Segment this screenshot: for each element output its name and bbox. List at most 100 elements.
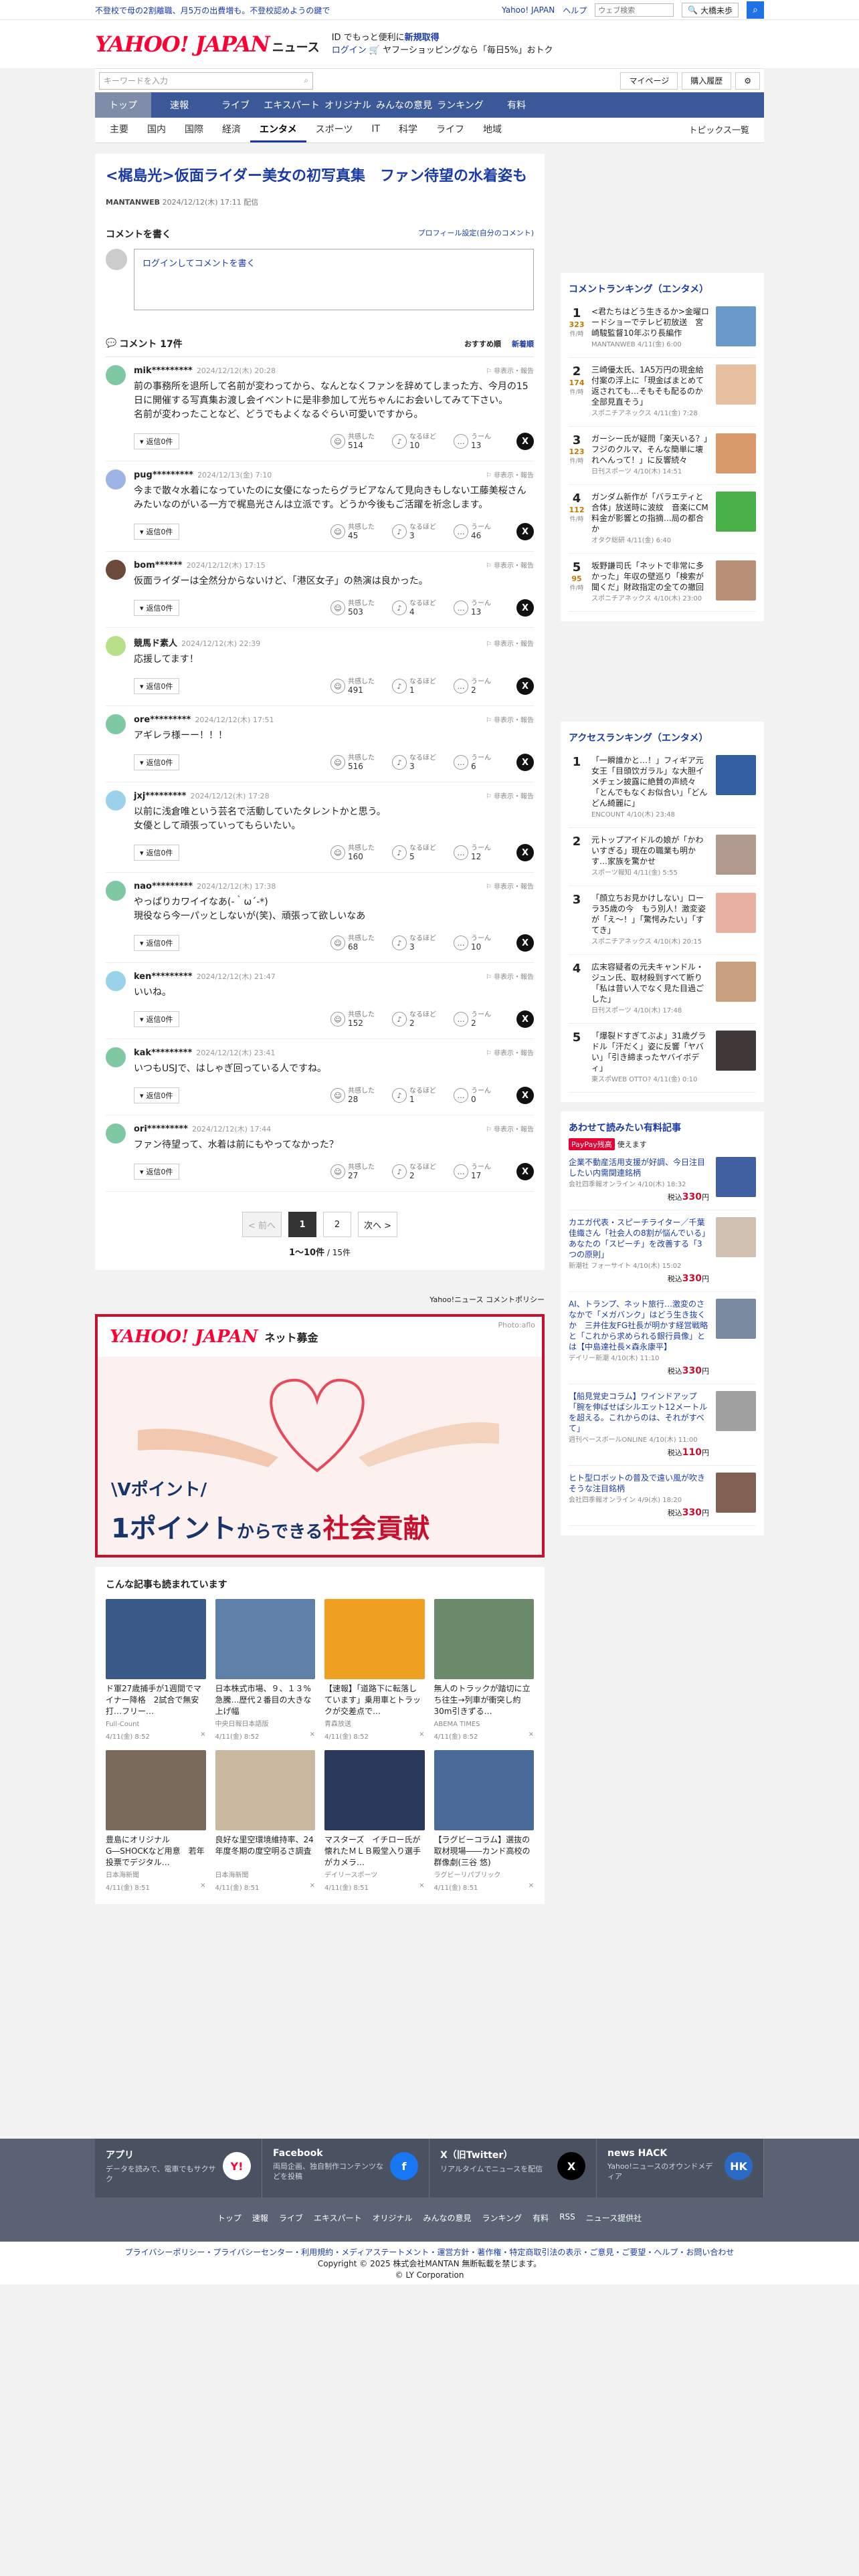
ranking-item[interactable]: 1 「一瞬誰かと…！」フィギア元女王「目頭饮ガラル」な大胆イメチェン披露に絶賛の声…: [569, 748, 756, 828]
footer-link[interactable]: みんなの意見: [423, 2212, 472, 2224]
gnav-paid[interactable]: 有料: [488, 92, 545, 118]
reaction-hmm-button[interactable]: … うーん 12: [454, 845, 507, 861]
reaction-agree-button[interactable]: ♪ なるほど 2: [392, 1164, 446, 1180]
login-link[interactable]: ログイン: [332, 45, 367, 56]
gnav-live[interactable]: ライブ: [207, 92, 264, 118]
gnav-opinion[interactable]: みんなの意見: [376, 92, 432, 118]
article-thumbnail[interactable]: [215, 1599, 315, 1679]
reaction-hmm-button[interactable]: … うーん 13: [454, 433, 507, 449]
cat-economy[interactable]: 経済: [213, 118, 250, 142]
yahoo-japan-link[interactable]: Yahoo! JAPAN: [502, 5, 555, 15]
x-share-icon[interactable]: X: [516, 599, 534, 617]
web-search-input[interactable]: [595, 3, 674, 17]
next-page-button[interactable]: 次へ >: [358, 1212, 398, 1237]
mypage-button[interactable]: マイページ: [620, 72, 678, 90]
x-share-icon[interactable]: X: [516, 677, 534, 695]
profile-settings-link[interactable]: プロフィール設定(自分のコメント): [418, 227, 534, 241]
article-thumbnail[interactable]: [324, 1750, 425, 1830]
report-link[interactable]: ⚐ 非表示・報告: [486, 638, 534, 648]
close-icon[interactable]: ×: [529, 1731, 534, 1741]
comment-user[interactable]: 競馬ド素人: [134, 636, 177, 649]
paid-title[interactable]: 【船見覚史コラム】ワインドアップ「腕を伸ばせばシルエット12メートルを超える。こ…: [569, 1392, 707, 1433]
paid-title[interactable]: 企業不動産活用支援が好調、今日注目したい内需関連銘柄: [569, 1158, 705, 1178]
comment-user[interactable]: mik*********: [134, 366, 193, 376]
avatar[interactable]: [106, 1123, 126, 1144]
prev-page-button[interactable]: < 前へ: [242, 1212, 282, 1237]
article-title[interactable]: 無人のトラックが踏切に立ち往生→列車が衝突し約30m引きずる…: [434, 1683, 535, 1717]
article-title[interactable]: 【速報】「道路下に転落しています」乗用車とトラックが交差点で…: [324, 1683, 425, 1717]
ranking-thumbnail[interactable]: [716, 835, 756, 875]
sort-recommend[interactable]: おすすめ順: [464, 338, 501, 349]
shopping-promo[interactable]: ヤフーショッピングなら「毎日5%」おトク: [383, 45, 553, 56]
footer-link[interactable]: オリジナル: [373, 2212, 413, 2224]
ranking-item[interactable]: 4 広末容疑者の元夫キャンドル・ジュン氏、取材殺到すべて断り「私は昔い人でなく見た…: [569, 955, 756, 1024]
article-title[interactable]: 【ラグビーコラム】選抜の取材現場――カンド高校の群像劇(三谷 悠): [434, 1834, 535, 1868]
recommended-card[interactable]: ド軍27歳捕手が1週間でマイナー降格 2試合で無安打…フリー… Full-Coun…: [106, 1599, 206, 1741]
report-link[interactable]: ⚐ 非表示・報告: [486, 365, 534, 375]
ranking-thumbnail[interactable]: [716, 306, 756, 346]
cat-life[interactable]: ライフ: [427, 118, 474, 142]
comment-user[interactable]: ore*********: [134, 715, 191, 725]
ranking-item[interactable]: 5 「爆裂ドすぎてぶよ」31歳グラドル「汗だく」姿に反響「ヤバい」「引き締まったヤ…: [569, 1024, 756, 1093]
reply-button[interactable]: ▾ 返信0件: [134, 1011, 179, 1027]
reply-button[interactable]: ▾ 返信0件: [134, 678, 179, 694]
gnav-original[interactable]: オリジナル: [320, 92, 376, 118]
article-thumbnail[interactable]: [106, 1599, 206, 1679]
footer-link[interactable]: ニュース提供社: [586, 2212, 642, 2224]
ranking-thumbnail[interactable]: [716, 962, 756, 1002]
paid-item[interactable]: 【船見覚史コラム】ワインドアップ「腕を伸ばせばシルエット12メートルを超える。こ…: [569, 1384, 756, 1466]
reaction-hmm-button[interactable]: … うーん 10: [454, 935, 507, 951]
recommended-card[interactable]: 日本株式市場、９、１３%急騰…歴代２番目の大きな上げ幅 中央日報日本語版 4/11(…: [215, 1599, 315, 1741]
gnav-top[interactable]: トップ: [95, 92, 151, 118]
reaction-empathy-button[interactable]: ☺ 共感した 28: [330, 1087, 384, 1103]
recommended-card[interactable]: 豊島にオリジナルG―SHOCKなど用意 若年投票でデジタル… 日本海新聞 4/11(…: [106, 1750, 206, 1892]
reaction-agree-button[interactable]: ♪ なるほど 1: [392, 678, 446, 694]
recommended-card[interactable]: 【ラグビーコラム】選抜の取材現場――カンド高校の群像劇(三谷 悠) ラグビーリパブ…: [434, 1750, 535, 1892]
ranking-thumbnail[interactable]: [716, 1031, 756, 1071]
reaction-agree-button[interactable]: ♪ なるほど 10: [392, 433, 446, 449]
article-thumbnail[interactable]: [324, 1599, 425, 1679]
reaction-empathy-button[interactable]: ☺ 共感した 160: [330, 845, 384, 861]
x-share-icon[interactable]: X: [516, 1087, 534, 1104]
gnav-breaking[interactable]: 速報: [151, 92, 207, 118]
reply-button[interactable]: ▾ 返信0件: [134, 1087, 179, 1103]
close-icon[interactable]: ×: [310, 1731, 315, 1741]
recommended-card[interactable]: マスターズ イチロー氏が懐れたＭＬＢ殿堂入り選手がカメラ… デイリースポーツ 4/1…: [324, 1750, 425, 1892]
gnav-ranking[interactable]: ランキング: [432, 92, 488, 118]
avatar[interactable]: [106, 365, 126, 385]
reply-button[interactable]: ▾ 返信0件: [134, 935, 179, 951]
cat-sports[interactable]: スポーツ: [306, 118, 363, 142]
paid-item[interactable]: 企業不動産活用支援が好調、今日注目したい内需関連銘柄 会社四季報オンライン 4/1…: [569, 1150, 756, 1210]
ranking-title[interactable]: 広末容疑者の元夫キャンドル・ジュン氏、取材殺到すべて断り「私は昔い人でなく見た目…: [591, 962, 709, 1004]
topics-list-link[interactable]: トピックス一覧: [679, 118, 759, 142]
reply-button[interactable]: ▾ 返信0件: [134, 433, 179, 449]
footer-box[interactable]: X（旧Twitter） リアルタイムでニュースを配信 X: [430, 2139, 597, 2197]
ranking-item[interactable]: 2 元トップアイドルの娘が「かわいすぎる」現在の職業も明かす…家族を驚かせ スポーツ…: [569, 828, 756, 886]
keyword-search-input[interactable]: キーワードを入力 ⌕: [99, 72, 313, 90]
reaction-agree-button[interactable]: ♪ なるほど 2: [392, 1011, 446, 1027]
reaction-empathy-button[interactable]: ☺ 共感した 516: [330, 754, 384, 770]
cat-entertainment[interactable]: エンタメ: [250, 118, 306, 142]
avatar[interactable]: [106, 1047, 126, 1067]
page-1-button[interactable]: 1: [288, 1212, 316, 1237]
help-link[interactable]: ヘルプ: [563, 5, 587, 16]
reaction-hmm-button[interactable]: … うーん 2: [454, 678, 507, 694]
report-link[interactable]: ⚐ 非表示・報告: [486, 1047, 534, 1057]
reaction-empathy-button[interactable]: ☺ 共感した 514: [330, 433, 384, 449]
comment-user[interactable]: kak*********: [134, 1048, 192, 1058]
comment-user[interactable]: nao*********: [134, 881, 193, 891]
ranking-title[interactable]: 「爆裂ドすぎてぶよ」31歳グラドル「汗だく」姿に反響「ヤバい」「引き締まったヤバ…: [591, 1031, 709, 1073]
article-thumbnail[interactable]: [434, 1750, 534, 1830]
footer-link[interactable]: トップ: [217, 2212, 242, 2224]
ranking-title[interactable]: ガーシー氏が疑問「楽天いる？」フジのクルマ、そんな簡単に壊れへんって！」に反響続…: [591, 433, 709, 465]
footer-link[interactable]: 有料: [533, 2212, 549, 2224]
ranking-item[interactable]: 3 「顔立ちお見かけしない」ローラ35歳の今 もう別人！激変姿が「え〜！」「驚愕み…: [569, 886, 756, 955]
close-icon[interactable]: ×: [200, 1882, 205, 1892]
footer-newshack-icon[interactable]: HK: [725, 2152, 753, 2180]
reply-button[interactable]: ▾ 返信0件: [134, 524, 179, 540]
cat-science[interactable]: 科学: [389, 118, 427, 142]
ranking-thumbnail[interactable]: [716, 755, 756, 795]
paid-title[interactable]: ヒト型ロボットの普及で遠い風が吹きそうな注目銘柄: [569, 1473, 705, 1493]
close-icon[interactable]: ×: [419, 1731, 424, 1741]
footer-link[interactable]: RSS: [559, 2212, 575, 2224]
